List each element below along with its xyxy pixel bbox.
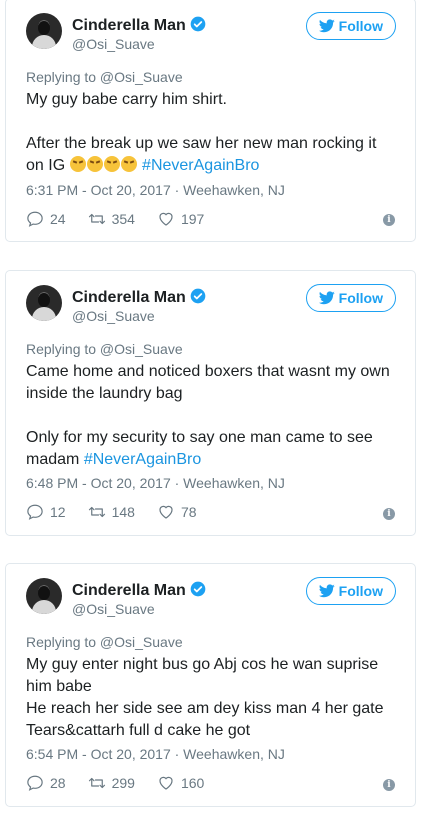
- replying-to[interactable]: Replying to @Osi_Suave: [26, 69, 183, 85]
- retweet-count: 148: [111, 504, 135, 520]
- tweet-text: My guy babe carry him shirt. After the b…: [26, 89, 398, 177]
- user-name[interactable]: Cinderella Man: [72, 581, 206, 600]
- twitter-bird-icon: [318, 584, 335, 598]
- persevering-face-emoji-icon: [120, 156, 137, 172]
- heart-icon: [159, 212, 173, 226]
- persevering-face-emoji-icon: [103, 156, 120, 172]
- reply-icon: [27, 211, 43, 227]
- user-handle[interactable]: @Osi_Suave: [72, 36, 155, 52]
- like-button[interactable]: 78: [157, 503, 197, 521]
- reply-icon: [27, 504, 43, 520]
- persevering-face-emoji-icon: [69, 156, 86, 172]
- follow-button[interactable]: Follow: [305, 12, 396, 40]
- tweet-timestamp[interactable]: 6:31 PM - Oct 20, 2017 · Weehawken, NJ: [26, 182, 285, 198]
- retweet-button[interactable]: 148: [88, 503, 135, 521]
- avatar[interactable]: [26, 13, 62, 49]
- tweet-line: Only for my security to say one man came…: [26, 429, 373, 468]
- twitter-bird-icon: [318, 19, 335, 33]
- avatar[interactable]: [26, 578, 62, 614]
- like-count: 160: [180, 775, 205, 791]
- info-icon[interactable]: i: [383, 508, 395, 520]
- avatar[interactable]: [26, 285, 62, 321]
- replying-to[interactable]: Replying to @Osi_Suave: [26, 341, 183, 357]
- hashtag-link[interactable]: #NeverAgainBro: [84, 451, 201, 468]
- tweet-timestamp[interactable]: 6:54 PM - Oct 20, 2017 · Weehawken, NJ: [26, 746, 285, 762]
- tweet-actions: 28 299 160: [26, 774, 395, 792]
- user-handle[interactable]: @Osi_Suave: [72, 308, 155, 324]
- tweet-actions: 12 148 78: [26, 503, 395, 521]
- reply-count: 28: [50, 775, 66, 791]
- tweet-line: He reach her side see am dey kiss man 4 …: [26, 700, 384, 717]
- heart-icon: [159, 776, 173, 790]
- tweet-line: Tears&cattarh full d cake he got: [26, 722, 251, 739]
- info-icon[interactable]: i: [383, 214, 395, 226]
- user-name[interactable]: Cinderella Man: [72, 288, 206, 307]
- tweet-line: My guy enter night bus go Abj cos he wan…: [26, 656, 379, 695]
- reply-count: 12: [50, 504, 66, 520]
- tweet-timestamp[interactable]: 6:48 PM - Oct 20, 2017 · Weehawken, NJ: [26, 475, 285, 491]
- user-handle[interactable]: @Osi_Suave: [72, 601, 155, 617]
- follow-button[interactable]: Follow: [305, 284, 396, 312]
- tweet-line: After the break up we saw her new man ro…: [26, 135, 377, 174]
- verified-badge-icon: [190, 581, 206, 597]
- replying-to[interactable]: Replying to @Osi_Suave: [26, 634, 183, 650]
- tweet-actions: 24 354 197: [26, 210, 395, 228]
- retweet-icon: [88, 213, 105, 225]
- like-button[interactable]: 160: [157, 774, 204, 792]
- persevering-face-emoji-icon: [86, 156, 103, 172]
- heart-icon: [159, 505, 173, 519]
- reply-button[interactable]: 28: [26, 774, 66, 792]
- follow-button[interactable]: Follow: [305, 577, 396, 605]
- retweet-button[interactable]: 299: [88, 774, 135, 792]
- user-name[interactable]: Cinderella Man: [72, 16, 206, 35]
- info-icon[interactable]: i: [383, 779, 395, 791]
- retweet-count: 299: [111, 775, 135, 791]
- like-count: 78: [180, 504, 197, 520]
- reply-button[interactable]: 12: [26, 503, 66, 521]
- tweet-text: Came home and noticed boxers that wasnt …: [26, 361, 398, 471]
- like-count: 197: [180, 211, 205, 227]
- hashtag-link[interactable]: #NeverAgainBro: [142, 157, 259, 174]
- tweet-line: Came home and noticed boxers that wasnt …: [26, 363, 390, 402]
- verified-badge-icon: [190, 288, 206, 304]
- retweet-count: 354: [111, 211, 135, 227]
- reply-count: 24: [50, 211, 66, 227]
- tweet-text: My guy enter night bus go Abj cos he wan…: [26, 654, 398, 742]
- verified-badge-icon: [190, 16, 206, 32]
- tweet-card[interactable]: Cinderella Man @Osi_Suave Follow Replyin…: [5, 0, 416, 242]
- twitter-bird-icon: [318, 291, 335, 305]
- reply-button[interactable]: 24: [26, 210, 66, 228]
- tweet-card[interactable]: Cinderella Man @Osi_Suave Follow Replyin…: [5, 563, 416, 807]
- like-button[interactable]: 197: [157, 210, 204, 228]
- retweet-icon: [88, 777, 105, 789]
- tweet-line: My guy babe carry him shirt.: [26, 91, 227, 108]
- tweet-card[interactable]: Cinderella Man @Osi_Suave Follow Replyin…: [5, 270, 416, 536]
- reply-icon: [27, 775, 43, 791]
- retweet-icon: [88, 506, 105, 518]
- retweet-button[interactable]: 354: [88, 210, 135, 228]
